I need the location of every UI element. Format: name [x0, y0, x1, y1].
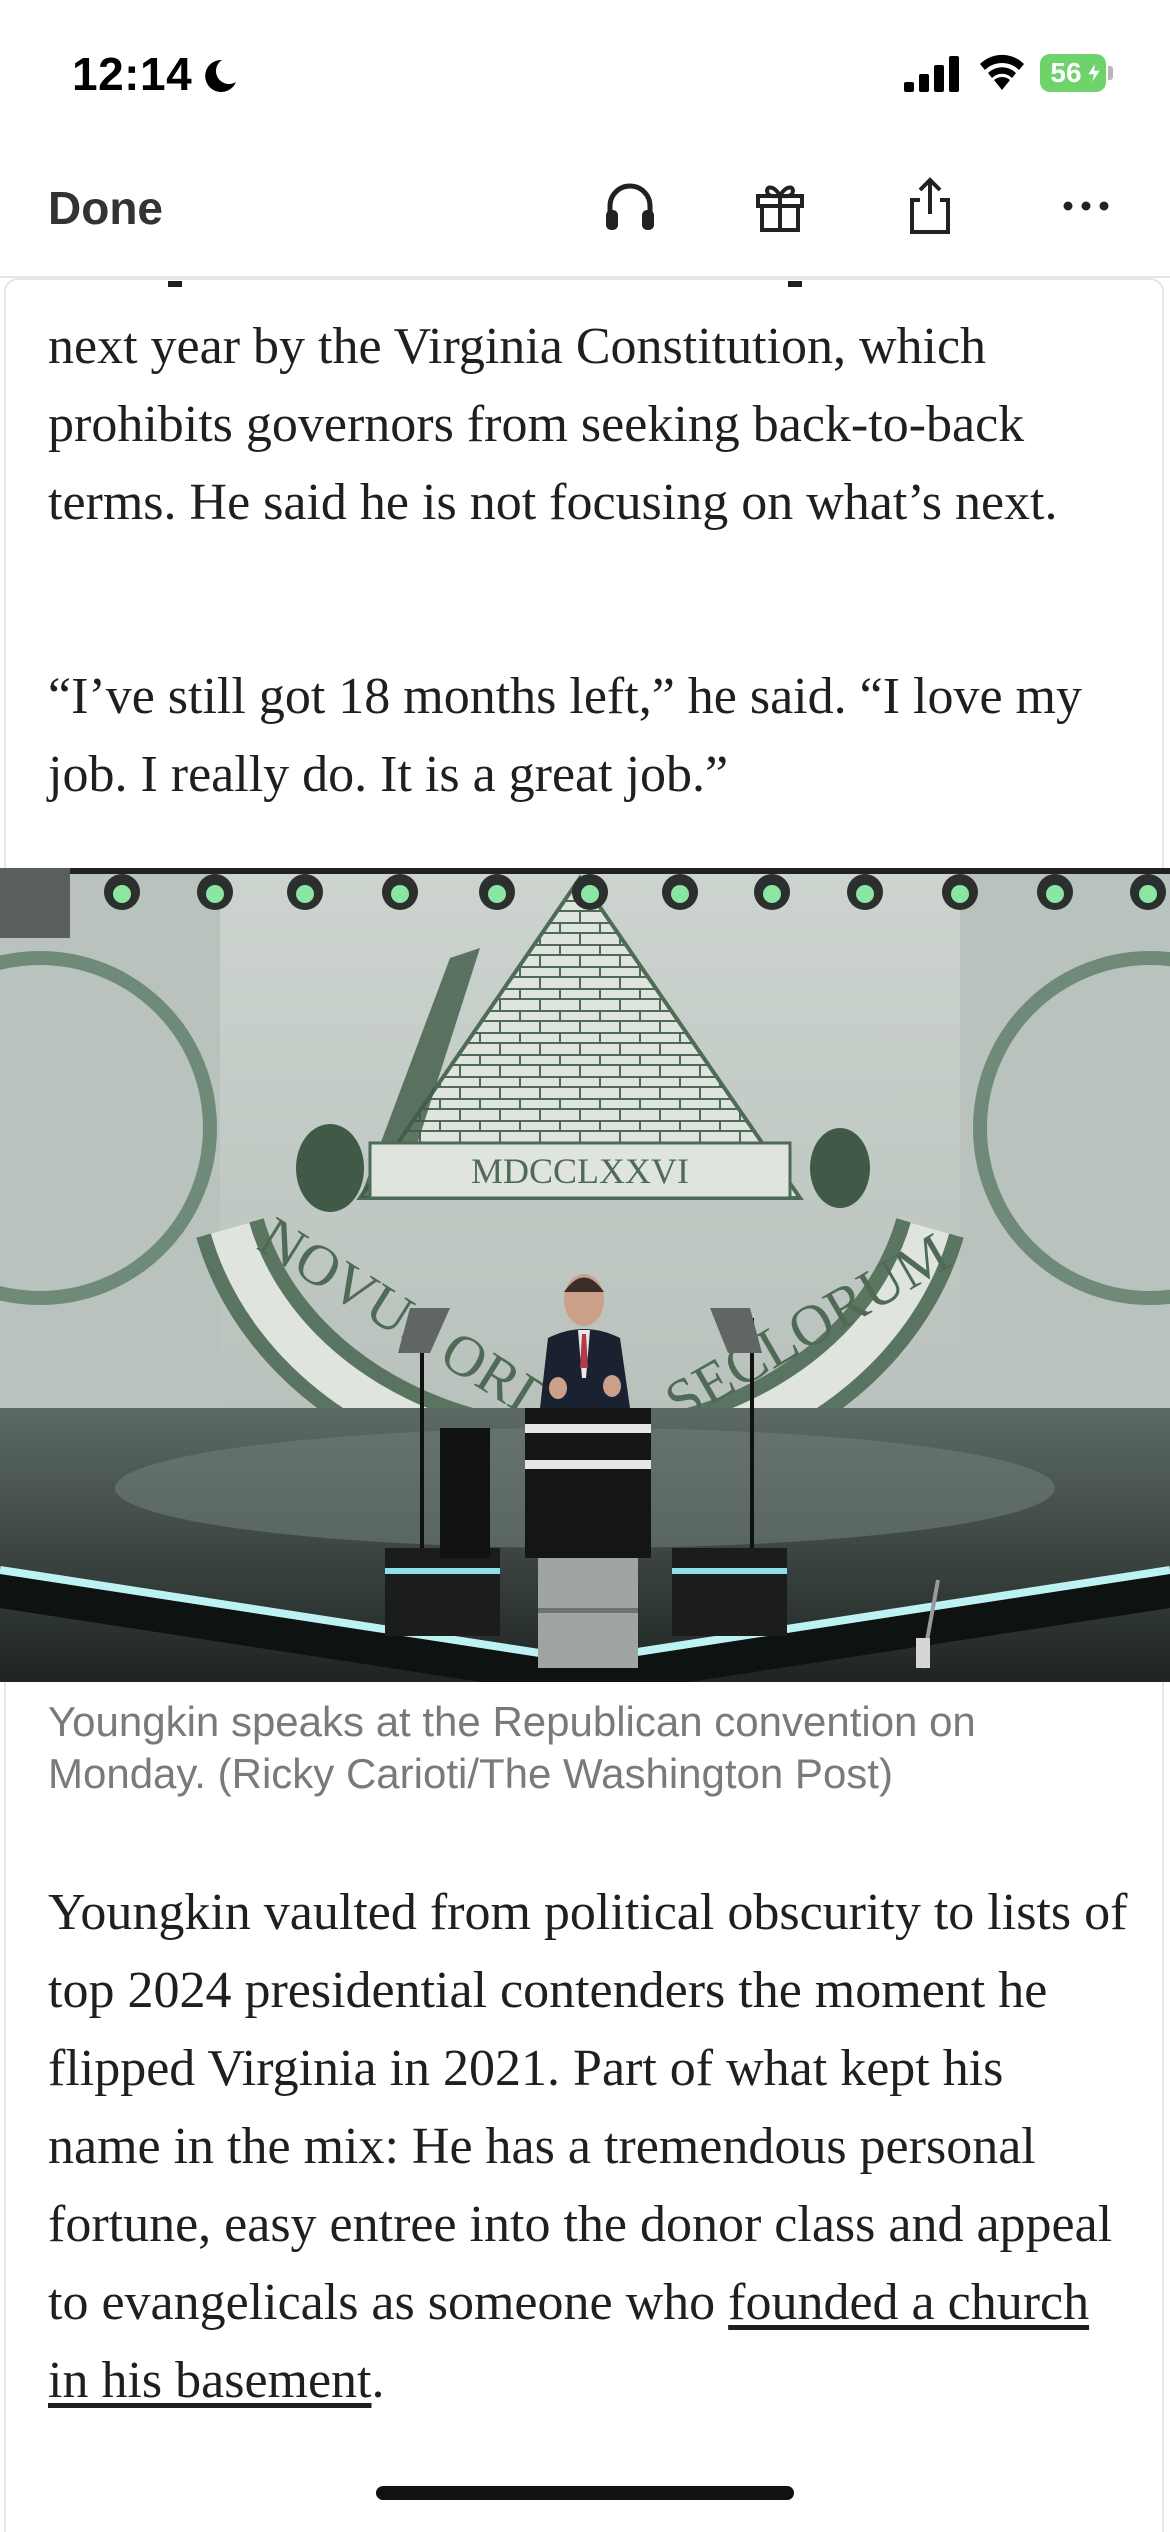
- headphones-icon[interactable]: [598, 174, 662, 238]
- signal-icon: [904, 56, 959, 92]
- article-paragraph: Youngkin vaulted from political obscurit…: [48, 1874, 1128, 2420]
- paragraph-end: .: [371, 2352, 385, 2409]
- article-paragraph: next year by the Virginia Constitution, …: [48, 318, 1058, 531]
- convention-stage-image: NOVUS ORDO SECLORUM MDCCLXXVI: [0, 868, 1170, 1682]
- article-body: next year by the Virginia Constitution, …: [0, 278, 1170, 2532]
- status-time: 12:14: [72, 48, 193, 100]
- wifi-icon: [980, 54, 1024, 90]
- home-indicator[interactable]: [376, 2486, 794, 2500]
- article-paragraph: “I’ve still got 18 months left,” he said…: [48, 668, 1082, 803]
- gift-icon[interactable]: [748, 174, 812, 238]
- status-bar: 12:14 56: [0, 0, 1170, 150]
- charging-bolt-icon: [1085, 60, 1103, 86]
- photo-caption: Youngkin speaks at the Republican conven…: [48, 1698, 976, 1797]
- clipped-previous-line: [48, 278, 1128, 288]
- moon-icon: [205, 59, 236, 92]
- battery-level: 56: [1050, 57, 1082, 88]
- done-button[interactable]: Done: [48, 178, 163, 238]
- more-icon[interactable]: [1054, 174, 1118, 238]
- paragraph-text: Youngkin vaulted from political obscurit…: [48, 1884, 1128, 2331]
- article-photo[interactable]: NOVUS ORDO SECLORUM MDCCLXXVI: [0, 868, 1170, 1682]
- pyramid-numeral: MDCCLXXVI: [471, 1151, 689, 1191]
- battery-icon: 56: [1040, 54, 1113, 92]
- share-icon[interactable]: [898, 174, 962, 238]
- article-toolbar: Done: [0, 150, 1170, 278]
